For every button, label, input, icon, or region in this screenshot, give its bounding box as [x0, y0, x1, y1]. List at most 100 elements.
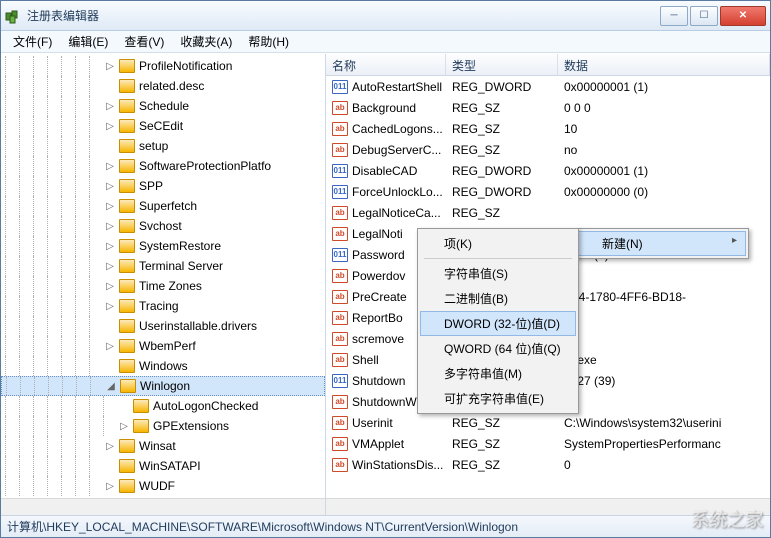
value-type: REG_SZ: [446, 101, 558, 115]
tree-row[interactable]: ▷ Tracing: [1, 296, 325, 316]
value-name: Background: [352, 101, 416, 115]
ctx-item[interactable]: 多字符串值(M): [420, 361, 576, 386]
tree-expander-icon[interactable]: ▷: [103, 219, 117, 233]
list-row[interactable]: 011DisableCADREG_DWORD0x00000001 (1): [326, 160, 770, 181]
ctx-item[interactable]: 字符串值(S): [420, 261, 576, 286]
tree-row[interactable]: Windows: [1, 356, 325, 376]
menu-item[interactable]: 文件(F): [5, 31, 60, 52]
tree-expander-icon[interactable]: ▷: [103, 279, 117, 293]
context-menu-parent[interactable]: 新建(N): [575, 228, 749, 259]
list-header[interactable]: 名称 类型 数据: [326, 54, 770, 76]
list-row[interactable]: ab LegalNoticeCa... REG_SZ: [326, 202, 770, 223]
tree-expander-icon[interactable]: [103, 139, 117, 153]
value-icon: ab: [332, 122, 348, 136]
col-name[interactable]: 名称: [326, 54, 446, 75]
tree-label: SPP: [139, 179, 163, 193]
minimize-button[interactable]: ─: [660, 6, 688, 26]
list-row[interactable]: abBackgroundREG_SZ0 0 0: [326, 97, 770, 118]
tree-row[interactable]: ◢Winlogon: [1, 376, 325, 396]
tree-scrollbar-h[interactable]: [1, 498, 325, 515]
value-data: 10: [558, 122, 770, 136]
value-icon: ab: [332, 332, 348, 346]
tree-row[interactable]: ▷WUDF: [1, 476, 325, 496]
tree-expander-icon[interactable]: [103, 79, 117, 93]
ctx-item[interactable]: 项(K): [420, 231, 576, 256]
list-row[interactable]: abWinStationsDis...REG_SZ0: [326, 454, 770, 475]
list-scrollbar-h[interactable]: [326, 498, 770, 515]
list-row[interactable]: 011ForceUnlockLo...REG_DWORD0x00000000 (…: [326, 181, 770, 202]
tree-expander-icon[interactable]: ▷: [103, 199, 117, 213]
value-name: DebugServerC...: [352, 143, 441, 157]
tree-row[interactable]: ▷Schedule: [1, 96, 325, 116]
value-icon: ab: [332, 311, 348, 325]
close-button[interactable]: ✕: [720, 6, 766, 26]
tree-expander-icon[interactable]: ▷: [117, 419, 131, 433]
value-name: LegalNoti: [352, 227, 403, 241]
ctx-item[interactable]: DWORD (32-位)值(D): [420, 311, 576, 336]
tree-row[interactable]: ▷Time Zones: [1, 276, 325, 296]
folder-icon: [119, 299, 135, 313]
tree-expander-icon[interactable]: [103, 459, 117, 473]
list-row[interactable]: abVMAppletREG_SZSystemPropertiesPerforma…: [326, 433, 770, 454]
context-menu-new[interactable]: 项(K) 字符串值(S)二进制值(B)DWORD (32-位)值(D)QWORD …: [417, 228, 579, 414]
value-type: REG_SZ: [446, 206, 558, 220]
value-name: Shutdown: [352, 374, 405, 388]
tree-label: Tracing: [139, 299, 179, 313]
maximize-button[interactable]: ☐: [690, 6, 718, 26]
tree-expander-icon[interactable]: ▷: [103, 299, 117, 313]
tree-expander-icon[interactable]: ▷: [103, 119, 117, 133]
value-name: LegalNoticeCa...: [352, 206, 441, 220]
list-row[interactable]: 011AutoRestartShellREG_DWORD0x00000001 (…: [326, 76, 770, 97]
tree-row[interactable]: ▷SoftwareProtectionPlatfo: [1, 156, 325, 176]
tree-expander-icon[interactable]: ▷: [103, 159, 117, 173]
tree-expander-icon[interactable]: ▷: [103, 239, 117, 253]
ctx-item[interactable]: 可扩充字符串值(E): [420, 386, 576, 411]
tree-expander-icon[interactable]: [117, 399, 131, 413]
menu-item[interactable]: 编辑(E): [60, 31, 116, 52]
menu-item[interactable]: 帮助(H): [240, 31, 297, 52]
list-row[interactable]: abDebugServerC...REG_SZno: [326, 139, 770, 160]
tree-expander-icon[interactable]: ▷: [103, 59, 117, 73]
tree-label: ProfileNotification: [139, 59, 232, 73]
tree-expander-icon[interactable]: ▷: [103, 439, 117, 453]
tree-row[interactable]: ▷ Terminal Server: [1, 256, 325, 276]
menu-item[interactable]: 查看(V): [116, 31, 172, 52]
tree-expander-icon[interactable]: ▷: [103, 179, 117, 193]
tree-row[interactable]: ▷ ProfileNotification: [1, 56, 325, 76]
menu-item[interactable]: 收藏夹(A): [172, 31, 240, 52]
value-icon: ab: [332, 458, 348, 472]
tree-label: Terminal Server: [139, 259, 223, 273]
tree-row[interactable]: ▷SeCEdit: [1, 116, 325, 136]
tree-row[interactable]: ▷Winsat: [1, 436, 325, 456]
tree-expander-icon[interactable]: [103, 359, 117, 373]
tree-expander-icon[interactable]: ▷: [103, 339, 117, 353]
titlebar[interactable]: 注册表编辑器 ─ ☐ ✕: [1, 1, 770, 31]
col-data[interactable]: 数据: [558, 54, 770, 75]
tree-pane[interactable]: ▷ ProfileNotification related.desc▷Schedul…: [1, 54, 326, 515]
tree-expander-icon[interactable]: [103, 319, 117, 333]
tree-row[interactable]: ▷Svchost: [1, 216, 325, 236]
tree-row[interactable]: ▷SystemRestore: [1, 236, 325, 256]
tree-row[interactable]: related.desc: [1, 76, 325, 96]
value-icon: 011: [332, 80, 348, 94]
ctx-item[interactable]: 新建(N): [578, 231, 746, 256]
value-name: Shell: [352, 353, 379, 367]
tree-expander-icon[interactable]: ▷: [103, 99, 117, 113]
ctx-item[interactable]: QWORD (64 位)值(Q): [420, 336, 576, 361]
tree-row[interactable]: ▷WbemPerf: [1, 336, 325, 356]
list-row[interactable]: abUserinitREG_SZC:\Windows\system32\user…: [326, 412, 770, 433]
list-row[interactable]: abCachedLogons...REG_SZ10: [326, 118, 770, 139]
value-icon: ab: [332, 206, 348, 220]
tree-row[interactable]: ▷Superfetch: [1, 196, 325, 216]
tree-row[interactable]: ▷ SPP: [1, 176, 325, 196]
col-type[interactable]: 类型: [446, 54, 558, 75]
tree-expander-icon[interactable]: ◢: [104, 379, 118, 393]
tree-row[interactable]: WinSATAPI: [1, 456, 325, 476]
tree-expander-icon[interactable]: ▷: [103, 259, 117, 273]
tree-row[interactable]: ▷GPExtensions: [1, 416, 325, 436]
tree-row[interactable]: setup: [1, 136, 325, 156]
ctx-item[interactable]: 二进制值(B): [420, 286, 576, 311]
tree-row[interactable]: AutoLogonChecked: [1, 396, 325, 416]
tree-row[interactable]: Userinstallable.drivers: [1, 316, 325, 336]
tree-expander-icon[interactable]: ▷: [103, 479, 117, 493]
